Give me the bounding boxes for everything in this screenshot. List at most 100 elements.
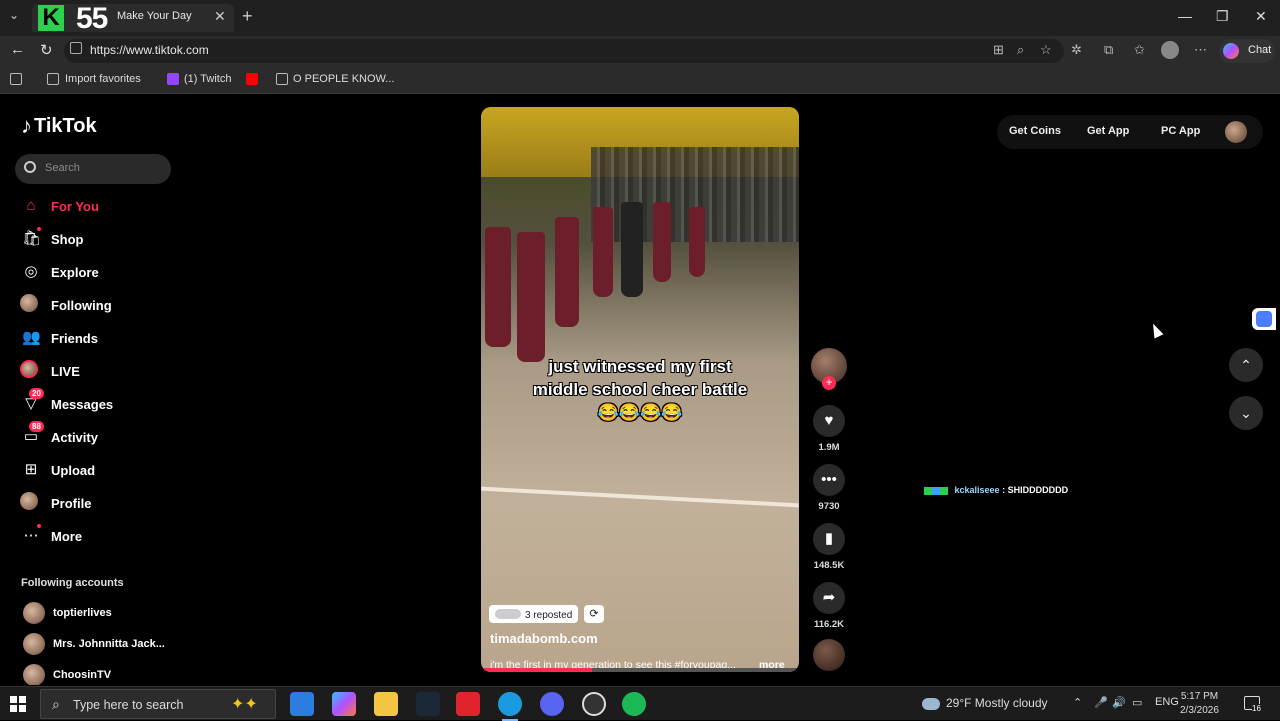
wps-office-icon[interactable] xyxy=(456,692,480,716)
nav-explore[interactable]: ◎ Explore xyxy=(17,258,167,288)
fav-import-favorites[interactable]: Import favorites xyxy=(65,73,141,85)
youtube-icon[interactable] xyxy=(246,73,258,85)
nav-profile[interactable]: Profile xyxy=(17,489,167,519)
address-bar[interactable] xyxy=(64,39,1064,63)
account-name: toptierlives xyxy=(53,607,112,619)
zoom-icon[interactable]: ⌕ xyxy=(1017,42,1024,58)
system-clock[interactable]: 5:17 PM 2/3/2026 xyxy=(1180,690,1219,718)
following-account[interactable]: toptierlives xyxy=(21,602,171,626)
repost-icon[interactable]: ⟳ xyxy=(584,605,604,623)
nav-upload[interactable]: ⊞ Upload xyxy=(17,456,167,486)
nav-label: Explore xyxy=(51,265,99,280)
nav-label: Messages xyxy=(51,397,114,412)
user-avatar[interactable] xyxy=(1225,121,1247,143)
obs-icon[interactable] xyxy=(582,692,606,716)
microphone-icon[interactable]: 🎤 xyxy=(1094,696,1108,709)
account-avatar xyxy=(23,602,45,624)
pc-app-button[interactable]: PC App xyxy=(1161,125,1200,137)
more-options-icon[interactable]: ⋯ xyxy=(1194,42,1207,58)
url-text[interactable]: https://www.tiktok.com xyxy=(90,43,209,57)
spotify-icon[interactable] xyxy=(622,692,646,716)
windows-taskbar: ⌕ Type here to search ✦✦ 29°F Mostly clo… xyxy=(0,686,1280,721)
shop-icon: 🛍 xyxy=(22,230,42,247)
site-info-icon[interactable] xyxy=(70,42,82,54)
fav-people-know[interactable]: O PEOPLE KNOW... xyxy=(293,73,394,85)
video-progress[interactable] xyxy=(481,668,799,672)
copilot-icon xyxy=(1223,43,1239,59)
store-icon[interactable] xyxy=(290,692,314,716)
caption-line: middle school cheer battle xyxy=(532,380,748,399)
get-app-button[interactable]: Get App xyxy=(1087,125,1129,137)
steam-icon[interactable] xyxy=(416,692,440,716)
nav-following[interactable]: Following xyxy=(17,291,167,321)
share-button[interactable]: ➦ 116.2K xyxy=(811,582,847,630)
copilot-app-icon[interactable] xyxy=(332,692,356,716)
maximize-button[interactable]: ❐ xyxy=(1216,8,1229,25)
nav-for-you[interactable]: ⌂ For You xyxy=(17,192,167,222)
previous-video-button[interactable]: ⌃ xyxy=(1229,348,1263,382)
video-figure xyxy=(653,202,671,282)
search-icon xyxy=(24,161,36,173)
tiktok-page: ♪ TikTok Search ⌂ For You 🛍 Shop ◎ Explo… xyxy=(3,95,1277,685)
mouse-cursor xyxy=(1148,321,1164,339)
windows-start-icon[interactable] xyxy=(10,696,26,712)
browser-titlebar: ⌄ K 55 Make Your Day ✕ + — ❐ ✕ xyxy=(0,0,1280,36)
tray-chevron-icon[interactable]: ⌃ xyxy=(1073,696,1082,709)
following-accounts-title: Following accounts xyxy=(21,577,124,589)
like-button[interactable]: ♥ 1.9M xyxy=(811,405,847,453)
following-account[interactable]: Mrs. Johnnitta Jack... xyxy=(21,633,171,657)
reposted-chip[interactable]: 3 reposted xyxy=(489,605,579,623)
copilot-chat-button[interactable]: Chat xyxy=(1219,39,1275,63)
next-video-button[interactable]: ⌄ xyxy=(1229,396,1263,430)
fav-twitch[interactable]: (1) Twitch xyxy=(184,73,231,85)
volume-icon[interactable]: 🔊 xyxy=(1112,696,1126,709)
upload-icon: ⊞ xyxy=(24,461,38,478)
split-screen-icon[interactable]: ⧉ xyxy=(1104,42,1113,58)
nav-shop[interactable]: 🛍 Shop xyxy=(17,225,167,255)
side-tool-button[interactable] xyxy=(1252,308,1276,330)
taskbar-search[interactable]: ⌕ Type here to search ✦✦ xyxy=(40,689,276,719)
search-input[interactable]: Search xyxy=(15,154,171,184)
edge-icon[interactable] xyxy=(498,692,522,721)
sidebar-toggle-icon[interactable] xyxy=(10,73,22,85)
tab-close-icon[interactable]: ✕ xyxy=(214,8,226,25)
clock-date: 2/3/2026 xyxy=(1180,705,1219,716)
favorite-star-icon[interactable]: ☆ xyxy=(1040,42,1052,58)
heart-icon: ♥ xyxy=(813,405,845,437)
network-icon[interactable]: ▭ xyxy=(1132,696,1142,709)
live-avatar-icon xyxy=(20,360,38,378)
get-coins-button[interactable]: Get Coins xyxy=(1009,125,1061,137)
new-tab-button[interactable]: + xyxy=(242,6,253,27)
app-available-icon[interactable]: ⊞ xyxy=(993,42,1004,58)
profile-avatar-icon[interactable] xyxy=(1161,41,1179,59)
nav-messages[interactable]: ▽ 20 Messages xyxy=(17,388,167,420)
extensions-icon[interactable]: ✲ xyxy=(1071,42,1082,58)
discord-icon[interactable] xyxy=(540,692,564,716)
nav-more[interactable]: ⋯ More xyxy=(17,522,167,552)
close-window-button[interactable]: ✕ xyxy=(1255,8,1267,25)
save-button[interactable]: ▮ 148.5K xyxy=(811,523,847,571)
video-figure xyxy=(485,227,511,347)
tiktok-logo[interactable]: ♪ TikTok xyxy=(21,113,97,139)
follow-plus-icon[interactable]: + xyxy=(822,376,836,390)
weather-widget[interactable]: 29°F Mostly cloudy xyxy=(922,696,1048,710)
nav-activity[interactable]: ▭ 88 Activity xyxy=(17,421,167,453)
minimize-button[interactable]: — xyxy=(1178,8,1192,24)
nav-live[interactable]: LIVE xyxy=(17,357,167,387)
back-icon[interactable]: ← xyxy=(10,41,25,58)
video-figure xyxy=(517,232,545,362)
video-player[interactable]: just witnessed my first middle school ch… xyxy=(481,107,799,672)
video-author[interactable]: timadabomb.com xyxy=(490,631,598,646)
comment-button[interactable]: ••• 9730 xyxy=(811,464,847,512)
favorites-icon[interactable]: ✩ xyxy=(1134,42,1145,58)
music-disc-avatar[interactable] xyxy=(813,639,845,671)
language-indicator[interactable]: ENG xyxy=(1155,696,1179,708)
video-progress-fill xyxy=(481,668,593,672)
activity-badge: 88 xyxy=(29,421,44,432)
following-account[interactable]: ChoosinTV xyxy=(21,664,171,685)
tab-actions-chevron-icon[interactable]: ⌄ xyxy=(9,8,19,22)
file-explorer-icon[interactable] xyxy=(374,692,398,716)
nav-friends[interactable]: 👥 Friends xyxy=(17,324,167,354)
browser-tab-active[interactable]: K 55 Make Your Day ✕ xyxy=(32,2,234,35)
refresh-icon[interactable]: ↻ xyxy=(40,41,53,59)
